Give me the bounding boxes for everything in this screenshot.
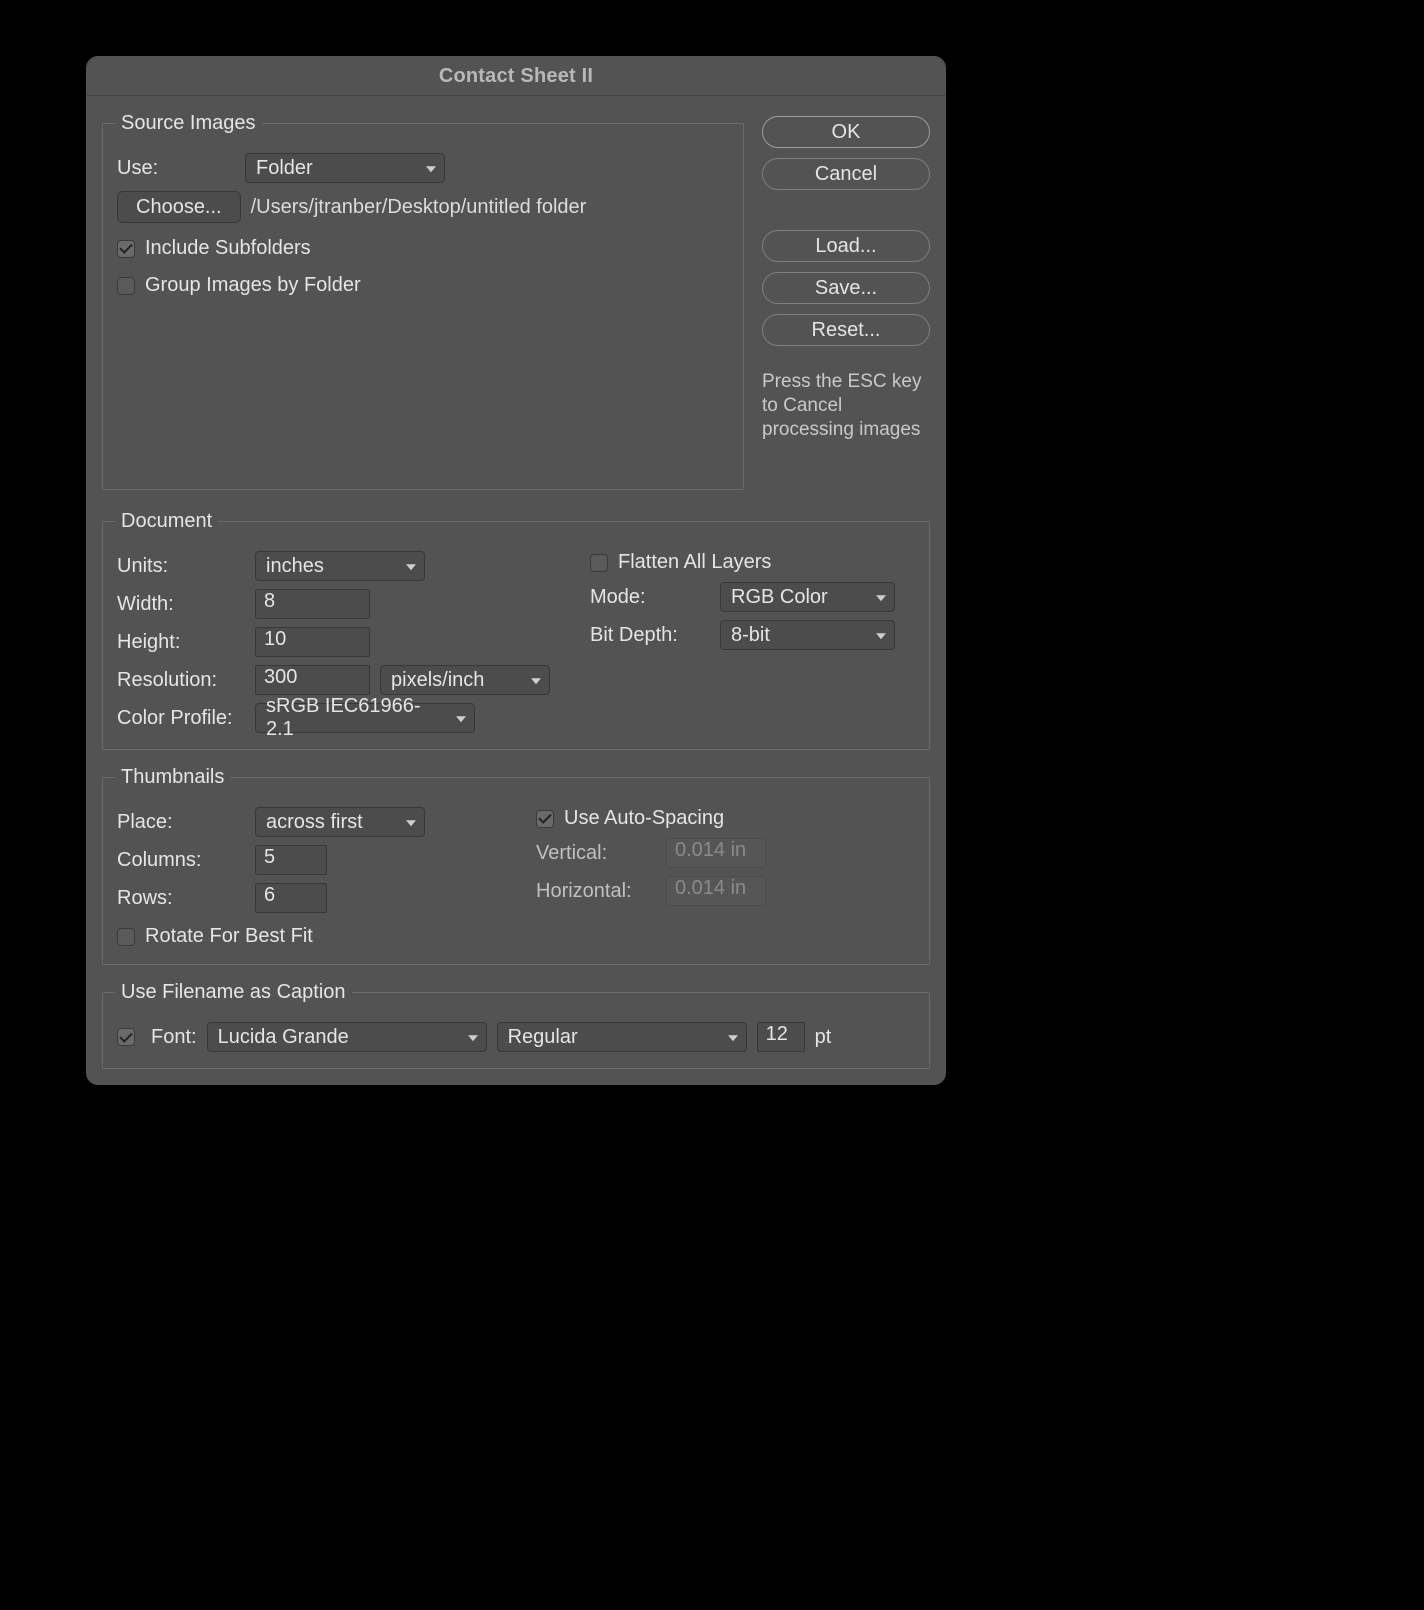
use-select-value: Folder <box>256 157 313 180</box>
resolution-label: Resolution: <box>117 669 245 692</box>
columns-input[interactable]: 5 <box>255 845 327 875</box>
bit-depth-select[interactable]: 8-bit <box>720 620 895 650</box>
place-label: Place: <box>117 811 245 834</box>
caption-legend: Use Filename as Caption <box>115 981 352 1004</box>
include-subfolders-label: Include Subfolders <box>145 237 311 260</box>
width-input[interactable]: 8 <box>255 589 370 619</box>
bit-depth-label: Bit Depth: <box>590 624 710 647</box>
font-style-select[interactable]: Regular <box>497 1022 747 1052</box>
font-label: Font: <box>151 1026 197 1049</box>
font-select[interactable]: Lucida Grande <box>207 1022 487 1052</box>
vertical-input: 0.014 in <box>666 838 766 868</box>
auto-spacing-label: Use Auto-Spacing <box>564 807 724 830</box>
mode-select[interactable]: RGB Color <box>720 582 895 612</box>
choose-button[interactable]: Choose... <box>117 191 241 223</box>
document-fieldset: Document Units: inches Width: 8 <box>102 510 930 750</box>
source-path: /Users/jtranber/Desktop/untitled folder <box>251 196 587 219</box>
font-size-unit: pt <box>815 1026 832 1049</box>
thumbnails-legend: Thumbnails <box>115 766 230 789</box>
height-input[interactable]: 10 <box>255 627 370 657</box>
color-profile-select[interactable]: sRGB IEC61966-2.1 <box>255 703 475 733</box>
esc-hint: Press the ESC key to Cancel processing i… <box>762 370 930 441</box>
use-select[interactable]: Folder <box>245 153 445 183</box>
rotate-checkbox[interactable] <box>117 928 135 946</box>
cancel-button[interactable]: Cancel <box>762 158 930 190</box>
units-label: Units: <box>117 555 245 578</box>
source-images-fieldset: Source Images Use: Folder Choose... /Use… <box>102 112 744 490</box>
width-label: Width: <box>117 593 245 616</box>
save-button[interactable]: Save... <box>762 272 930 304</box>
horizontal-input: 0.014 in <box>666 876 766 906</box>
columns-label: Columns: <box>117 849 245 872</box>
load-button[interactable]: Load... <box>762 230 930 262</box>
vertical-label: Vertical: <box>536 842 656 865</box>
units-select[interactable]: inches <box>255 551 425 581</box>
caption-fieldset: Use Filename as Caption Font: Lucida Gra… <box>102 981 930 1069</box>
height-label: Height: <box>117 631 245 654</box>
group-by-folder-checkbox[interactable] <box>117 277 135 295</box>
rows-input[interactable]: 6 <box>255 883 327 913</box>
color-profile-label: Color Profile: <box>117 707 245 730</box>
dialog-title: Contact Sheet II <box>86 56 946 96</box>
resolution-units-select[interactable]: pixels/inch <box>380 665 550 695</box>
include-subfolders-checkbox[interactable] <box>117 240 135 258</box>
rows-label: Rows: <box>117 887 245 910</box>
group-by-folder-label: Group Images by Folder <box>145 274 361 297</box>
rotate-label: Rotate For Best Fit <box>145 925 313 948</box>
document-legend: Document <box>115 510 218 533</box>
horizontal-label: Horizontal: <box>536 880 656 903</box>
auto-spacing-checkbox[interactable] <box>536 810 554 828</box>
place-select[interactable]: across first <box>255 807 425 837</box>
flatten-label: Flatten All Layers <box>618 551 771 574</box>
font-size-input[interactable]: 12 <box>757 1022 805 1052</box>
caption-checkbox[interactable] <box>117 1028 135 1046</box>
reset-button[interactable]: Reset... <box>762 314 930 346</box>
ok-button[interactable]: OK <box>762 116 930 148</box>
thumbnails-fieldset: Thumbnails Place: across first Columns: … <box>102 766 930 965</box>
source-images-legend: Source Images <box>115 112 262 135</box>
use-label: Use: <box>117 157 235 180</box>
flatten-checkbox[interactable] <box>590 554 608 572</box>
mode-label: Mode: <box>590 586 710 609</box>
resolution-input[interactable]: 300 <box>255 665 370 695</box>
dialog: Contact Sheet II Source Images Use: Fold… <box>86 56 946 1085</box>
